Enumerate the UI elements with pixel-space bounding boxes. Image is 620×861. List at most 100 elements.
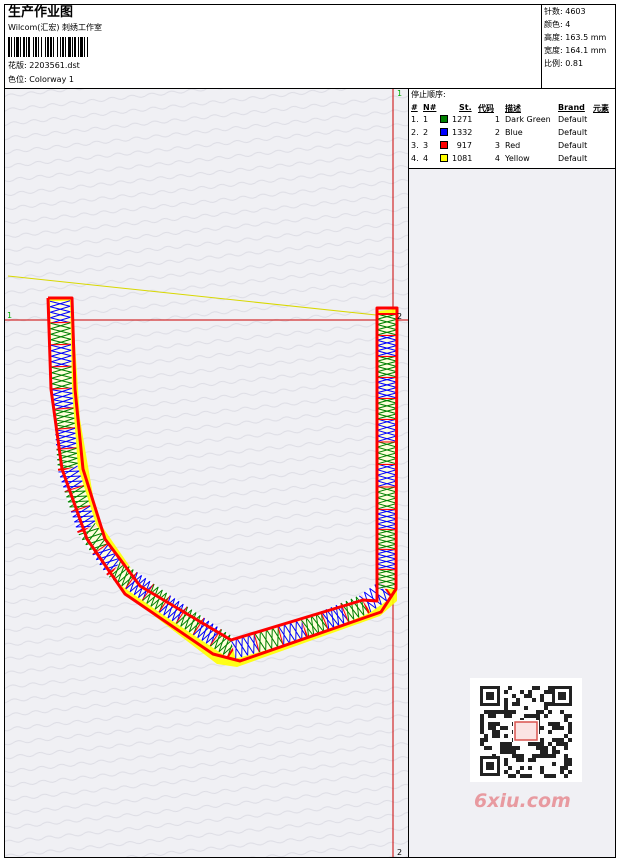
row-index: 1. (411, 115, 419, 124)
qr-module (560, 742, 564, 746)
barcode-bar (8, 37, 10, 57)
qr-module (480, 742, 484, 746)
barcode-bar (68, 37, 71, 57)
row-code: 4 (494, 154, 500, 163)
marker-top-right: 1 (397, 89, 403, 98)
qr-module (492, 710, 496, 714)
qr-module (480, 730, 484, 734)
qr-module (508, 774, 512, 778)
barcode-bar (33, 37, 34, 57)
qr-module (508, 686, 512, 690)
qr-module (536, 714, 540, 718)
qr-module (520, 758, 524, 762)
qr-module (504, 702, 508, 706)
qr-module (480, 738, 484, 742)
row-description: Dark Green (505, 115, 551, 124)
qr-module (552, 722, 556, 726)
design-canvas: 1 1 2 2 (5, 89, 408, 857)
qr-module (508, 766, 512, 770)
barcode-bar (23, 37, 25, 57)
col-header-n: N# (423, 103, 437, 112)
col-header-description: 描述 (505, 104, 521, 113)
qr-module (552, 726, 556, 730)
qr-module (548, 686, 552, 690)
barcode-bar (26, 37, 27, 57)
stat-scale: 比例: 0.81 (544, 59, 584, 68)
row-needle: 3 (423, 141, 429, 150)
barcode (8, 37, 88, 57)
qr-module (516, 758, 520, 762)
qr-module (528, 742, 532, 746)
qr-module (516, 746, 520, 750)
qr-module (508, 746, 512, 750)
row-stitches: 917 (456, 141, 472, 150)
qr-module (568, 730, 572, 734)
qr-module (540, 766, 544, 770)
qr-module (524, 694, 528, 698)
qr-module (564, 754, 568, 758)
qr-module (492, 734, 496, 738)
stat-stitch-count: 针数: 4603 (544, 7, 586, 16)
qr-module (500, 726, 504, 730)
qr-module (560, 770, 564, 774)
col-header-index: # (411, 103, 418, 112)
qr-logo (514, 721, 538, 741)
qr-module (568, 714, 572, 718)
qr-module (480, 718, 484, 722)
qr-module (520, 690, 524, 694)
qr-module (512, 746, 516, 750)
barcode-bar (41, 37, 42, 57)
design-preview (5, 89, 408, 857)
stat-height: 高度: 163.5 mm (544, 33, 607, 42)
colorway-label: 色位: (8, 75, 27, 84)
qr-module (544, 714, 548, 718)
barcode-bar (47, 37, 49, 57)
qr-module (540, 694, 544, 698)
col-header-stitches: St. (459, 103, 472, 112)
qr-module (564, 758, 568, 762)
qr-module (504, 770, 508, 774)
barcode-bar (57, 37, 58, 57)
colorway-line: 色位: Colorway 1 (8, 76, 74, 84)
barcode-bar (35, 37, 37, 57)
qr-module (552, 746, 556, 750)
qr-module (540, 754, 544, 758)
qr-module (564, 762, 568, 766)
color-swatch (440, 115, 448, 123)
marker-bottom-right: 2 (397, 848, 403, 857)
qr-module (504, 714, 508, 718)
design-file: 2203561.dst (29, 61, 80, 70)
qr-module (504, 746, 508, 750)
barcode-bar (50, 37, 52, 57)
qr-module (540, 742, 544, 746)
qr-module (536, 686, 540, 690)
qr-module (552, 738, 556, 742)
qr-module (484, 710, 488, 714)
qr-module (544, 690, 548, 694)
qr-module (556, 742, 560, 746)
barcode-bar (80, 37, 83, 57)
col-header-code: 代码 (478, 104, 494, 113)
qr-module (540, 710, 544, 714)
qr-module (568, 726, 572, 730)
qr-module (492, 754, 496, 758)
qr-module (488, 722, 492, 726)
qr-module (504, 706, 508, 710)
marker-center-right: 2 (397, 312, 403, 321)
qr-module (540, 750, 544, 754)
qr-module (556, 726, 560, 730)
company-name: Wilcom(汇宏) 刺绣工作室 (8, 23, 103, 32)
barcode-bar (11, 37, 12, 57)
row-code: 2 (494, 128, 500, 137)
row-stitches: 1332 (452, 128, 473, 137)
qr-module (532, 758, 536, 762)
qr-module (564, 766, 568, 770)
qr-module (516, 698, 520, 702)
qr-module (532, 714, 536, 718)
qr-module (516, 754, 520, 758)
stat-color-count: 颜色: 4 (544, 20, 571, 29)
row-brand: Default (558, 141, 588, 150)
qr-module (528, 714, 532, 718)
qr-module (528, 694, 532, 698)
barcode-bar (72, 37, 73, 57)
